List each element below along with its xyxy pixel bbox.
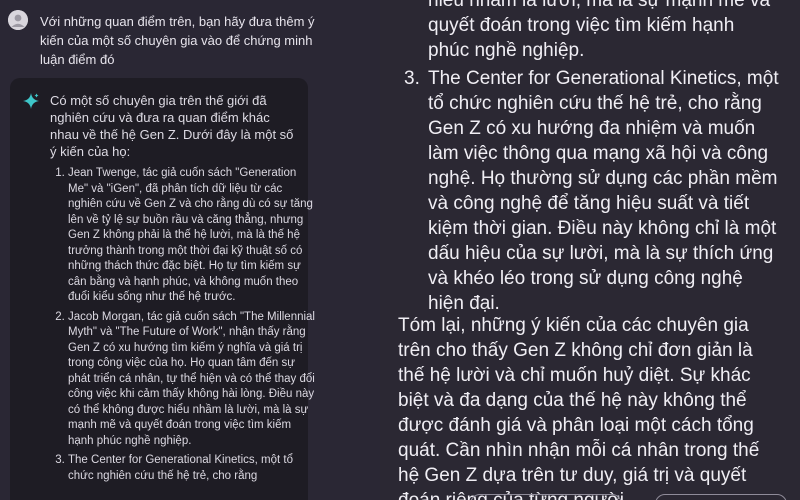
user-avatar-icon (8, 10, 28, 30)
ai-response-card: Có một số chuyên gia trên thế giới đã ng… (10, 78, 315, 500)
zoomed-opinion-list: 3. The Center for Generational Kinetics,… (404, 66, 780, 316)
sparkle-icon (23, 93, 39, 109)
zoomed-continuation-text: hiểu nhầm là lười, mà là sự mạnh mẽ và q… (428, 0, 771, 61)
list-item: 3. The Center for Generational Kinetics,… (404, 66, 780, 316)
action-button[interactable] (470, 494, 622, 500)
zoomed-panel: hiểu nhầm là lười, mà là sự mạnh mẽ và q… (380, 0, 800, 500)
scroll-fade (10, 486, 308, 500)
list-item: The Center for Generational Kinetics, mộ… (68, 453, 318, 484)
user-message-text: Với những quan điểm trên, bạn hãy đưa th… (40, 14, 315, 67)
list-item: Jean Twenge, tác giả cuốn sách "Generati… (68, 166, 318, 306)
chat-panel: Với những quan điểm trên, bạn hãy đưa th… (0, 0, 380, 500)
action-button[interactable] (655, 494, 787, 500)
expert-opinion-list: Jean Twenge, tác giả cuốn sách "Generati… (50, 166, 318, 488)
ai-response-intro: Có một số chuyên gia trên thế giới đã ng… (50, 93, 294, 159)
list-item-text: The Center for Generational Kinetics, mộ… (428, 68, 779, 314)
list-number: 3. (404, 68, 420, 89)
summary-paragraph: Tóm lại, những ý kiến của các chuyên gia… (398, 315, 760, 500)
list-item: Jacob Morgan, tác giả cuốn sách "The Mil… (68, 310, 318, 450)
